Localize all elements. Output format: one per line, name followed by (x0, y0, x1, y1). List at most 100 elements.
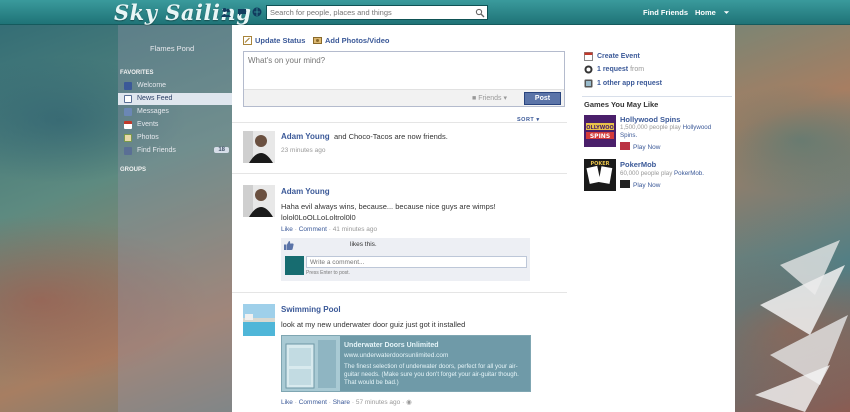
comment-link[interactable]: Comment (299, 399, 327, 406)
sidebar-item-label: Find Friends (137, 147, 176, 154)
play-now-label: Play Now (633, 144, 661, 151)
add-photos-tab[interactable]: Add Photos/Video (313, 36, 389, 45)
game-small-icon (620, 180, 630, 188)
avatar (285, 256, 304, 275)
home-link[interactable]: Home (695, 8, 716, 17)
avatar[interactable] (243, 185, 275, 217)
sidebar-item-welcome[interactable]: Welcome (118, 80, 232, 92)
update-status-icon (243, 36, 252, 45)
feed-divider (232, 122, 567, 123)
left-sidebar: Flames Pond FAVORITES Welcome News Feed … (118, 25, 232, 412)
play-now-label: Play Now (633, 182, 661, 189)
game-name-link[interactable]: PokerMob (620, 160, 656, 169)
update-status-tab[interactable]: Update Status (243, 36, 305, 45)
profile-name[interactable]: Flames Pond (150, 44, 194, 53)
story-timestamp[interactable]: 57 minutes ago (356, 399, 400, 406)
friend-requests-icon[interactable] (221, 7, 231, 17)
create-event-link[interactable]: Create Event (597, 53, 640, 60)
events-icon (124, 121, 132, 129)
right-divider (582, 96, 732, 97)
feed-divider (232, 292, 567, 293)
sidebar-item-messages[interactable]: Messages (118, 106, 232, 118)
avatar[interactable] (243, 131, 275, 163)
share-link[interactable]: Share (333, 399, 350, 406)
app-request-link[interactable]: 1 other app request (597, 80, 662, 87)
feedback-box: likes this. Press Enter to post. (281, 238, 530, 281)
game-meta: 1,500,000 people play Hollywood Spins. (620, 124, 730, 140)
comment-input[interactable] (306, 256, 527, 268)
games-heading: Games You May Like (584, 100, 659, 109)
story-author[interactable]: Adam Young (281, 132, 330, 141)
calendar-icon (584, 52, 593, 61)
sidebar-item-label: News Feed (137, 95, 173, 102)
sidebar-item-news-feed[interactable]: News Feed (118, 93, 232, 105)
attachment-title[interactable]: Underwater Doors Unlimited (344, 342, 439, 349)
chevron-down-icon: ▾ (503, 95, 507, 102)
like-link[interactable]: Like (281, 226, 293, 233)
game-meta-link[interactable]: PokerMob. (674, 170, 704, 177)
play-now-button[interactable]: Play Now (620, 142, 660, 151)
search-input[interactable] (267, 6, 472, 19)
game-meta-prefix: 60,000 people play (620, 170, 673, 177)
status-input[interactable] (244, 52, 564, 90)
notifications-icon[interactable] (252, 7, 262, 17)
story-author[interactable]: Adam Young (281, 187, 330, 196)
globe-icon: ◉ (406, 399, 412, 406)
story-text-line-2: lolol0LoOLLoLoltrol0l0 (281, 213, 356, 222)
find-friends-icon (124, 147, 132, 155)
shared-link-attachment[interactable]: Underwater Doors Unlimited www.underwate… (281, 335, 531, 392)
account-menu-icon[interactable] (723, 9, 730, 16)
sidebar-item-label: Messages (137, 108, 169, 115)
sidebar-item-label: Photos (137, 134, 159, 141)
story-author[interactable]: Swimming Pool (281, 305, 341, 314)
messages-icon (124, 108, 132, 116)
story-text: Haha evil always wins, because... becaus… (281, 202, 496, 211)
thumbs-up-icon (284, 241, 294, 250)
messages-icon[interactable] (237, 7, 247, 17)
avatar[interactable] (243, 304, 275, 336)
svg-text:POKER: POKER (590, 161, 609, 167)
sidebar-item-events[interactable]: Events (118, 119, 232, 131)
story-actions: Like · Comment · Share · 57 minutes ago … (281, 399, 412, 406)
game-small-icon (620, 142, 630, 150)
feed-divider (232, 173, 567, 174)
audience-icon: ■ (472, 95, 477, 102)
game-meta: 60,000 people play PokerMob. (620, 170, 730, 178)
game-thumbnail-hollywood-spins[interactable]: HOLLYWOOD SPINS (584, 115, 616, 147)
game-name-link[interactable]: Hollywood Spins (620, 115, 680, 124)
story-text: look at my new underwater door guiz just… (281, 320, 466, 329)
welcome-icon (124, 82, 132, 90)
story-timestamp[interactable]: 41 minutes ago (333, 226, 377, 233)
audience-label: Friends (478, 95, 502, 102)
update-status-label: Update Status (255, 36, 306, 45)
find-friends-link[interactable]: Find Friends (643, 8, 688, 17)
search-box (266, 5, 488, 20)
favorites-heading: FAVORITES (120, 70, 154, 76)
sidebar-item-label: Events (137, 121, 159, 128)
audience-selector[interactable]: ■ Friends ▾ (472, 94, 507, 102)
post-button[interactable]: Post (524, 92, 561, 105)
like-link[interactable]: Like (281, 399, 293, 406)
sidebar-item-photos[interactable]: Photos (118, 132, 232, 144)
likes-summary: likes this. (350, 241, 377, 248)
story-actions: Like · Comment · 41 minutes ago (281, 226, 378, 233)
attachment-description: The finest selection of underwater doors… (344, 363, 519, 386)
attachment-url: www.underwaterdoorsunlimited.com (344, 352, 449, 359)
add-photos-icon (313, 36, 322, 45)
sidebar-item-find-friends[interactable]: Find Friends 18 (118, 145, 232, 157)
photos-icon (124, 134, 132, 142)
story-timestamp[interactable]: 23 minutes ago (281, 147, 325, 154)
app-request-icon (584, 79, 593, 88)
status-composer: ■ Friends ▾ Post (243, 51, 565, 107)
sidebar-item-label: Welcome (137, 82, 167, 89)
comment-link[interactable]: Comment (299, 226, 327, 233)
game-thumbnail-pokermob[interactable]: POKER (584, 159, 616, 191)
play-now-button[interactable]: Play Now (620, 180, 660, 189)
request-link[interactable]: 1 request (597, 66, 628, 73)
paper-plane-decoration (755, 240, 848, 412)
attachment-thumbnail (282, 336, 340, 391)
search-icon[interactable] (475, 8, 485, 18)
request-suffix: from (630, 66, 645, 73)
top-bar: Sky Sailing Find Friends Home (0, 0, 850, 25)
main-column: Update Status Add Photos/Video ■ Friends… (232, 25, 735, 412)
